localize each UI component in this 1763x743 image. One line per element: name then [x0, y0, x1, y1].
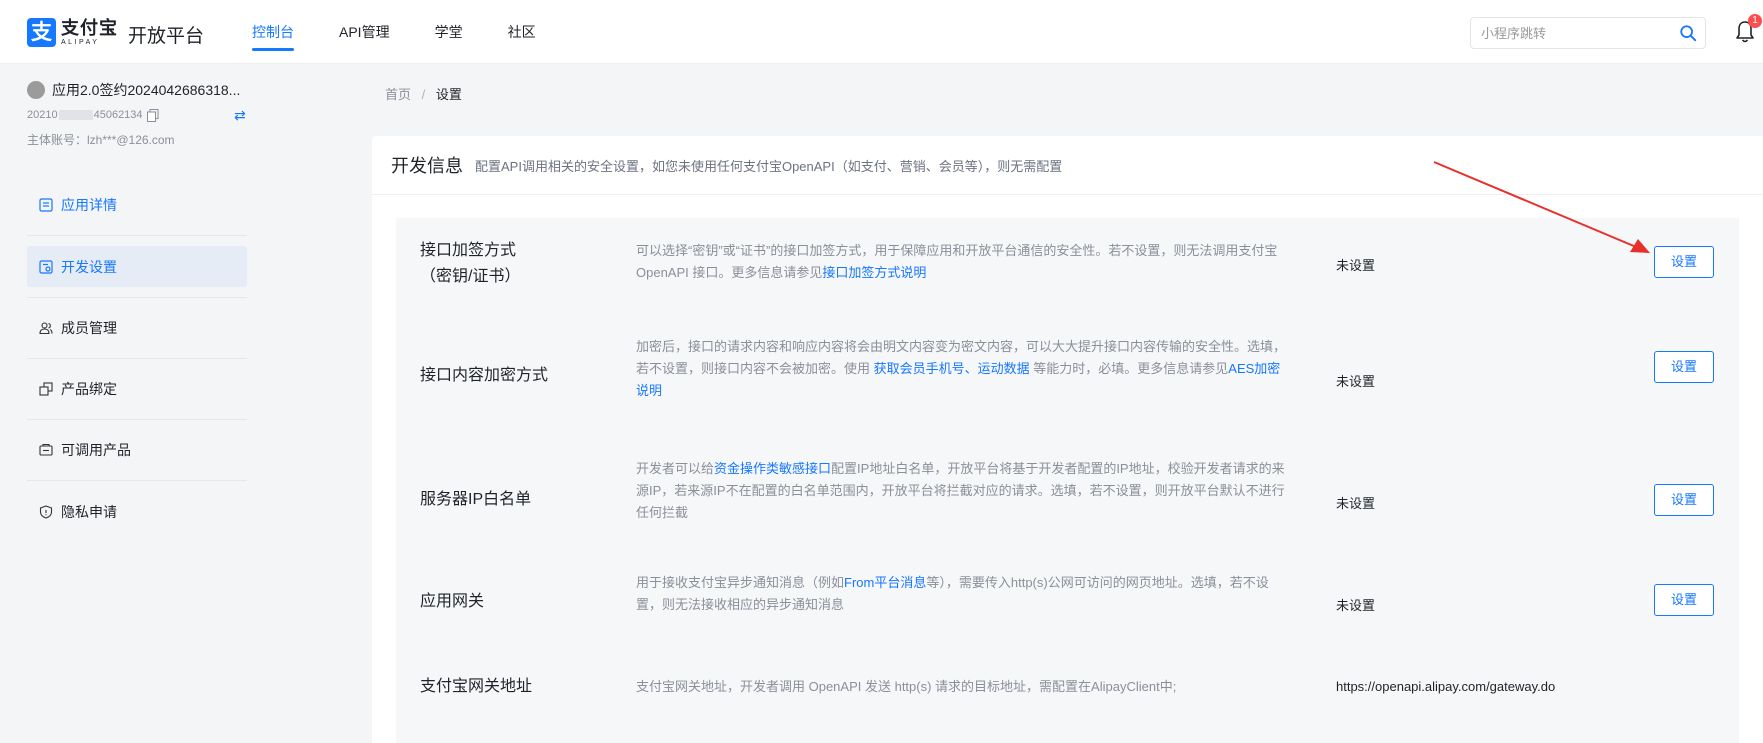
breadcrumb-current: 设置: [435, 87, 462, 102]
sport-data-link[interactable]: 运动数据: [978, 361, 1030, 376]
annotation-arrow: [1433, 161, 1650, 253]
setting-row-content-encryption: 接口内容加密方式 加密后，接口的请求内容和响应内容将会由明文内容变为密文内容，可…: [396, 328, 1739, 450]
sidebar-item-product-bind[interactable]: 产品绑定: [27, 359, 247, 420]
setting-status: 未设置: [1336, 374, 1376, 389]
sidebar-item-app-detail[interactable]: 应用详情: [27, 175, 247, 236]
setting-status: 未设置: [1336, 258, 1376, 273]
sidebar-menu: 应用详情 开发设置 成员管理 产品绑定 可调用产品 隐私申请: [27, 175, 247, 542]
alipay-logo[interactable]: 支 支付宝 ALIPAY: [27, 18, 118, 47]
setting-description: 可以选择“密钥”或“证书”的接口加签方式，用于保障应用和开放平台通信的安全性。若…: [636, 243, 1278, 280]
setting-description: 用于接收支付宝异步通知消息（例如From平台消息等），需要传入http(s)公网…: [636, 575, 1269, 612]
switch-app-icon[interactable]: ⇄: [234, 107, 246, 124]
top-navigation-bar: 支 支付宝 ALIPAY 开放平台 控制台 API管理 学堂 社区 1: [0, 0, 1763, 64]
app-avatar: [27, 81, 45, 99]
search-input[interactable]: [1481, 18, 1677, 48]
sidebar: 应用2.0签约2024042686318... 20210 45062134 ⇄ …: [0, 64, 268, 743]
sidebar-item-dev-settings[interactable]: 开发设置: [27, 246, 247, 287]
callable-products-icon: [39, 443, 53, 456]
copy-icon[interactable]: [147, 109, 159, 122]
alipay-gateway-url: https://openapi.alipay.com/gateway.do: [1336, 679, 1556, 694]
sidebar-item-members[interactable]: 成员管理: [27, 298, 247, 359]
set-app-gateway-button[interactable]: 设置: [1654, 584, 1714, 616]
alipay-logo-icon: 支: [27, 18, 56, 47]
sidebar-item-privacy[interactable]: 隐私申请: [27, 481, 247, 542]
setting-description: 加密后，接口的请求内容和响应内容将会由明文内容变为密文内容，可以大大提升接口内容…: [636, 339, 1287, 398]
search-box: [1470, 17, 1706, 49]
app-id-prefix: 20210: [27, 109, 58, 121]
sidebar-item-label: 隐私申请: [61, 503, 117, 520]
setting-description: 支付宝网关地址，开发者调用 OpenAPI 发送 http(s) 请求的目标地址…: [636, 679, 1177, 694]
nav-console[interactable]: 控制台: [252, 0, 294, 64]
app-id-redaction: [58, 110, 93, 121]
setting-status: 未设置: [1336, 598, 1376, 613]
setting-name: 服务器IP白名单: [420, 491, 532, 508]
sidebar-item-label: 成员管理: [61, 320, 117, 336]
notification-badge: 1: [1748, 14, 1762, 28]
search-icon[interactable]: [1679, 24, 1697, 42]
setting-name: 接口内容加密方式: [420, 367, 549, 384]
setting-row-alipay-gateway: 支付宝网关地址 支付宝网关地址，开发者调用 OpenAPI 发送 http(s)…: [396, 668, 1739, 743]
nav-academy[interactable]: 学堂: [435, 0, 463, 64]
app-name-text: 应用2.0签约2024042686318...: [52, 82, 241, 98]
panel-description: 配置API调用相关的安全设置，如您未使用任何支付宝OpenAPI（如支付、营销、…: [475, 158, 1063, 174]
settings-list: 接口加签方式 （密钥/证书） 可以选择“密钥”或“证书”的接口加签方式，用于保障…: [396, 218, 1739, 743]
app-id-suffix: 45062134: [93, 109, 143, 121]
nav-api-management[interactable]: API管理: [339, 0, 390, 64]
breadcrumb: 首页 / 设置: [385, 84, 462, 103]
dev-settings-icon: [39, 259, 53, 274]
setting-name: 支付宝网关地址: [420, 678, 533, 695]
app-name[interactable]: 应用2.0签约2024042686318...: [27, 80, 240, 100]
app-detail-icon: [39, 198, 53, 212]
shield-icon: [39, 504, 53, 519]
breadcrumb-home[interactable]: 首页: [385, 87, 411, 102]
platform-title: 开放平台: [128, 26, 205, 47]
setting-row-ip-whitelist: 服务器IP白名单 开发者可以给资金操作类敏感接口配置IP地址白名单，开放平台将基…: [396, 450, 1739, 562]
sidebar-item-label: 开发设置: [61, 258, 117, 275]
setting-name: 接口加签方式 （密钥/证书）: [420, 242, 521, 285]
nav-community[interactable]: 社区: [508, 0, 536, 64]
app-id-row: 20210 45062134 ⇄: [27, 107, 247, 124]
product-bind-icon: [39, 382, 53, 396]
sensitive-api-link[interactable]: 资金操作类敏感接口: [714, 461, 831, 476]
setting-status: 未设置: [1336, 496, 1376, 511]
panel-title: 开发信息: [391, 156, 463, 176]
members-icon: [39, 322, 53, 335]
main-nav: 控制台 API管理 学堂 社区: [252, 0, 581, 64]
logo-cn-text: 支付宝: [61, 18, 118, 38]
sidebar-item-label: 产品绑定: [61, 381, 117, 397]
setting-row-app-gateway: 应用网关 用于接收支付宝异步通知消息（例如From平台消息等），需要传入http…: [396, 562, 1739, 652]
sidebar-item-callable-products[interactable]: 可调用产品: [27, 420, 247, 481]
account-text: 主体账号：lzh***@126.com: [27, 133, 175, 147]
set-content-encryption-button[interactable]: 设置: [1654, 351, 1714, 383]
setting-description: 开发者可以给资金操作类敏感接口配置IP地址白名单，开放平台将基于开发者配置的IP…: [636, 461, 1285, 520]
sign-method-doc-link[interactable]: 接口加签方式说明: [822, 265, 926, 280]
logo-en-text: ALIPAY: [61, 39, 100, 46]
sidebar-item-label: 可调用产品: [61, 442, 131, 458]
setting-name: 应用网关: [420, 593, 485, 610]
platform-message-link[interactable]: From平台消息: [844, 575, 926, 590]
sidebar-item-label: 应用详情: [61, 197, 117, 213]
member-phone-link[interactable]: 获取会员手机号: [874, 361, 965, 376]
set-ip-whitelist-button[interactable]: 设置: [1654, 484, 1714, 516]
set-sign-method-button[interactable]: 设置: [1654, 246, 1714, 278]
breadcrumb-separator: /: [421, 87, 426, 102]
